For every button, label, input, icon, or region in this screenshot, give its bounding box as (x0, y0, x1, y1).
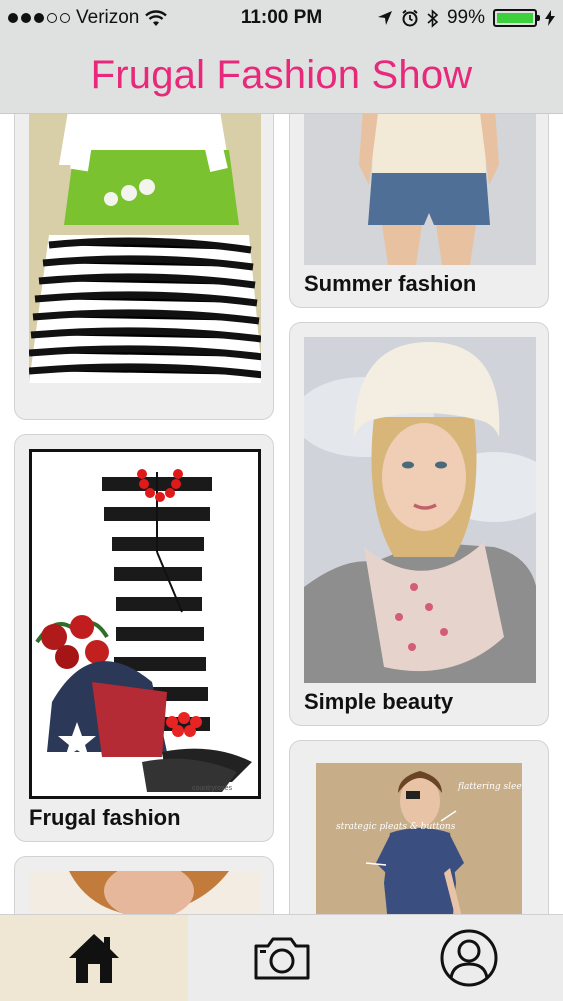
photo-brand-text: countryroses (192, 785, 233, 792)
camera-icon (254, 937, 309, 980)
photo-label-sleeves: flattering sleeves (457, 782, 522, 792)
app-title: Frugal Fashion Show (90, 53, 473, 97)
home-icon (68, 934, 119, 983)
feed-card[interactable] (14, 114, 274, 420)
outfit-photo (304, 114, 536, 265)
outfit-photo (29, 871, 261, 914)
battery-icon (493, 9, 540, 27)
battery-fill (497, 13, 533, 23)
outfit-photo: countryroses (29, 449, 261, 799)
feed-card[interactable]: countryroses Frugal fashion (14, 434, 274, 842)
feed-card[interactable] (14, 856, 274, 914)
feed-card[interactable]: Simple beauty (289, 322, 549, 726)
status-bar: Verizon 11:00 PM 99% (0, 0, 563, 38)
feed-card[interactable]: Summer fashion (289, 114, 549, 308)
card-caption: Frugal fashion (29, 805, 181, 830)
tab-camera[interactable] (188, 915, 376, 1001)
bluetooth-icon (427, 8, 439, 28)
card-caption: Summer fashion (304, 271, 477, 296)
tab-home[interactable] (0, 915, 188, 1001)
profile-icon (440, 929, 498, 987)
tab-bar (0, 914, 563, 1001)
status-right: 99% (377, 7, 555, 29)
app-header: Frugal Fashion Show (0, 38, 563, 114)
feed-card[interactable]: flattering sleeves strategic pleats & bu… (289, 740, 549, 914)
location-arrow-icon (377, 11, 392, 25)
photo-label-sleeves-text: flattering sleeves (457, 782, 522, 792)
charging-bolt-icon (545, 10, 555, 26)
battery-percent: 99% (446, 7, 485, 28)
outfit-photo (29, 114, 261, 383)
alarm-clock-icon (402, 9, 418, 27)
photo-label-pleats: strategic pleats & buttons (336, 822, 456, 832)
outfit-photo (304, 337, 536, 683)
outfit-photo: flattering sleeves strategic pleats & bu… (316, 763, 522, 914)
fashion-feed[interactable]: Summer fashion Simple beauty countryrose… (0, 114, 563, 914)
tab-profile[interactable] (375, 915, 563, 1001)
card-caption: Simple beauty (304, 689, 454, 714)
photo-label-pleats-text: strategic pleats & buttons (336, 822, 456, 832)
